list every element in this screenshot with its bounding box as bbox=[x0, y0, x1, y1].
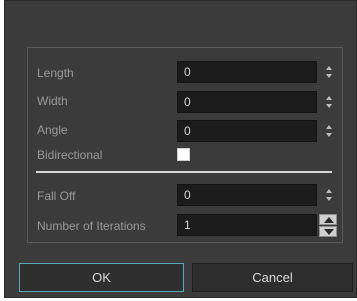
stepper-up-button[interactable] bbox=[319, 214, 337, 225]
width-label: Width bbox=[37, 94, 68, 108]
iterations-stepper bbox=[319, 214, 337, 238]
iterations-label: Number of Iterations bbox=[37, 219, 146, 233]
iterations-field[interactable]: 1 bbox=[177, 214, 317, 236]
width-spin-arrows-icon[interactable] bbox=[324, 95, 334, 109]
length-field[interactable]: 0 bbox=[177, 61, 317, 83]
angle-spin-arrows-icon[interactable] bbox=[324, 124, 334, 138]
cancel-button[interactable]: Cancel bbox=[192, 263, 353, 292]
section-divider bbox=[36, 171, 332, 173]
bidirectional-label: Bidirectional bbox=[37, 148, 103, 162]
width-field[interactable]: 0 bbox=[177, 91, 317, 113]
ok-button[interactable]: OK bbox=[19, 263, 184, 292]
triangle-down-icon bbox=[324, 229, 334, 235]
dialog-window: Length 0 Width 0 Angle 0 Bidirectional F… bbox=[4, 0, 357, 298]
stepper-down-button[interactable] bbox=[319, 226, 337, 237]
angle-label: Angle bbox=[37, 123, 68, 137]
fall-off-label: Fall Off bbox=[37, 189, 76, 203]
fall-off-field[interactable]: 0 bbox=[177, 184, 317, 206]
parameters-panel: Length 0 Width 0 Angle 0 Bidirectional F… bbox=[27, 47, 343, 243]
length-spin-arrows-icon[interactable] bbox=[324, 65, 334, 79]
fall-off-spin-arrows-icon[interactable] bbox=[324, 188, 334, 202]
bidirectional-checkbox[interactable] bbox=[177, 148, 190, 161]
length-label: Length bbox=[37, 66, 74, 80]
angle-field[interactable]: 0 bbox=[177, 120, 317, 142]
triangle-up-icon bbox=[324, 217, 334, 223]
